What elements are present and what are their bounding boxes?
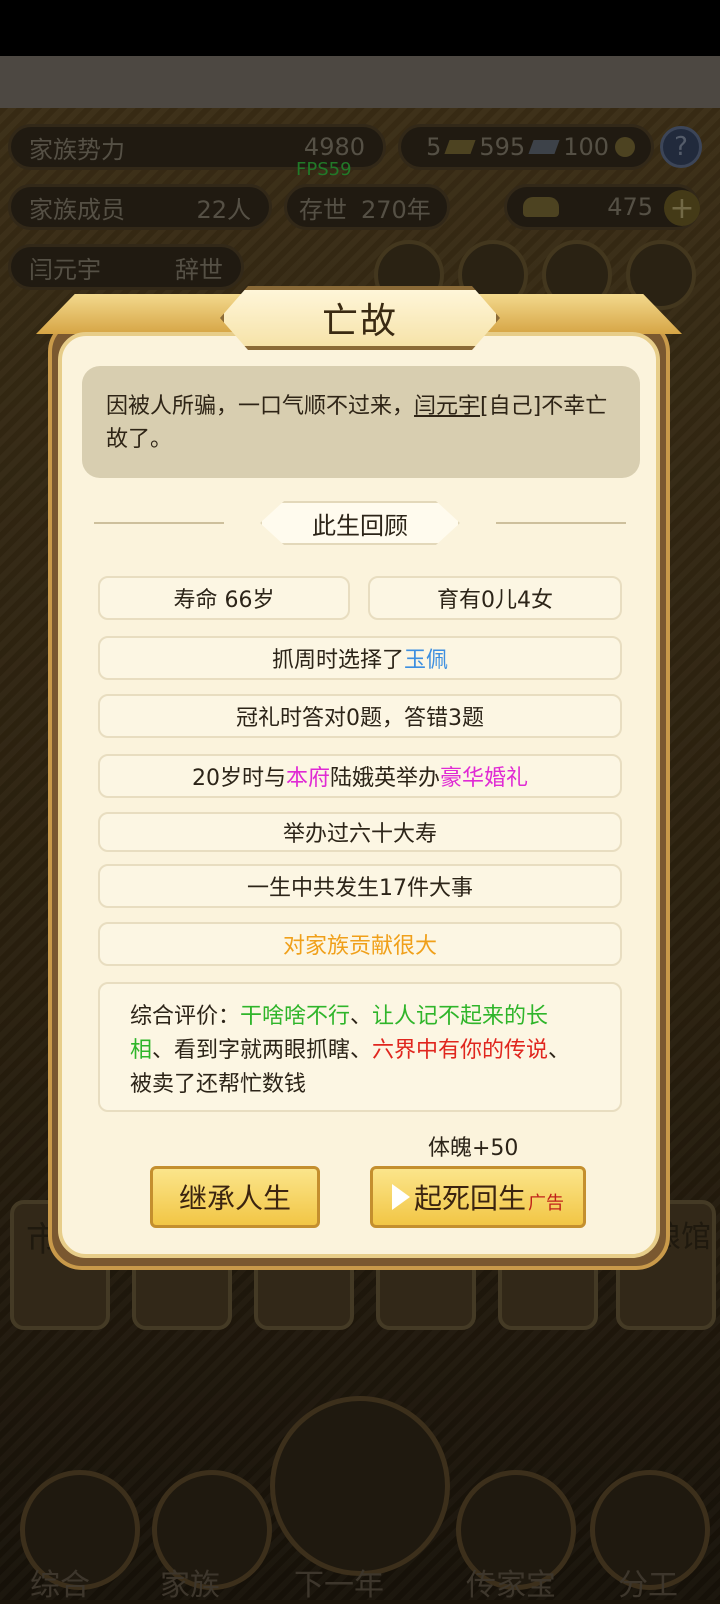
section-header: 此生回顾 [0, 501, 720, 545]
inherit-life-button[interactable]: 继承人生 [150, 1166, 320, 1228]
marriage-house: 本府 [285, 766, 330, 791]
marriage-spouse: 陆娥英举办 [329, 766, 440, 791]
zhuazhou-prefix: 抓周时选择了 [271, 648, 404, 673]
eval-sep-2: 、看到字就两眼抓瞎、 [152, 1038, 373, 1063]
zhuazhou-item: 玉佩 [404, 648, 449, 673]
revive-bonus: 体魄+50 [428, 1136, 519, 1161]
dialog-title: 亡故 [321, 301, 398, 342]
eval-tag-3: 六界中有你的传说 [372, 1038, 549, 1063]
zhuazhou-row: 抓周时选择了 玉佩 [98, 636, 622, 680]
birthday-row: 举办过六十大寿 [98, 812, 622, 852]
description-name-link[interactable]: 闫元宇 [414, 394, 480, 419]
inherit-life-label: 继承人生 [178, 1182, 291, 1215]
revive-button[interactable]: 起死回生 广告 [370, 1166, 586, 1228]
death-description: 因被人所骗，一口气顺不过来，闫元宇[自己]不幸亡故了。 [82, 366, 640, 478]
lifespan-row: 寿命 66岁 [98, 576, 350, 620]
marriage-type: 豪华婚礼 [440, 766, 529, 791]
status-bar [0, 0, 720, 56]
revive-label: 起死回生 [413, 1182, 526, 1215]
section-title: 此生回顾 [260, 501, 460, 545]
contribution-row: 对家族贡献很大 [98, 922, 622, 966]
children-row: 育有0儿4女 [368, 576, 622, 620]
ad-tag: 广告 [528, 1193, 564, 1214]
eval-label: 综合评价： [130, 1004, 241, 1029]
play-icon [391, 1184, 410, 1210]
marriage-row: 20岁时与 本府 陆娥英举办 豪华婚礼 [98, 754, 622, 798]
events-row: 一生中共发生17件大事 [98, 864, 622, 908]
marriage-prefix: 20岁时与 [191, 766, 286, 791]
overall-evaluation: 综合评价：干啥啥不行、让人记不起来的长相、看到字就两眼抓瞎、六界中有你的传说、被… [98, 982, 622, 1112]
eval-tag-1: 干啥啥不行 [240, 1004, 351, 1029]
eval-sep-1: 、 [350, 1004, 373, 1029]
description-prefix: 因被人所骗，一口气顺不过来， [106, 394, 415, 419]
guanli-row: 冠礼时答对0题，答错3题 [98, 694, 622, 738]
dialog-title-plate: 亡故 [220, 286, 500, 350]
